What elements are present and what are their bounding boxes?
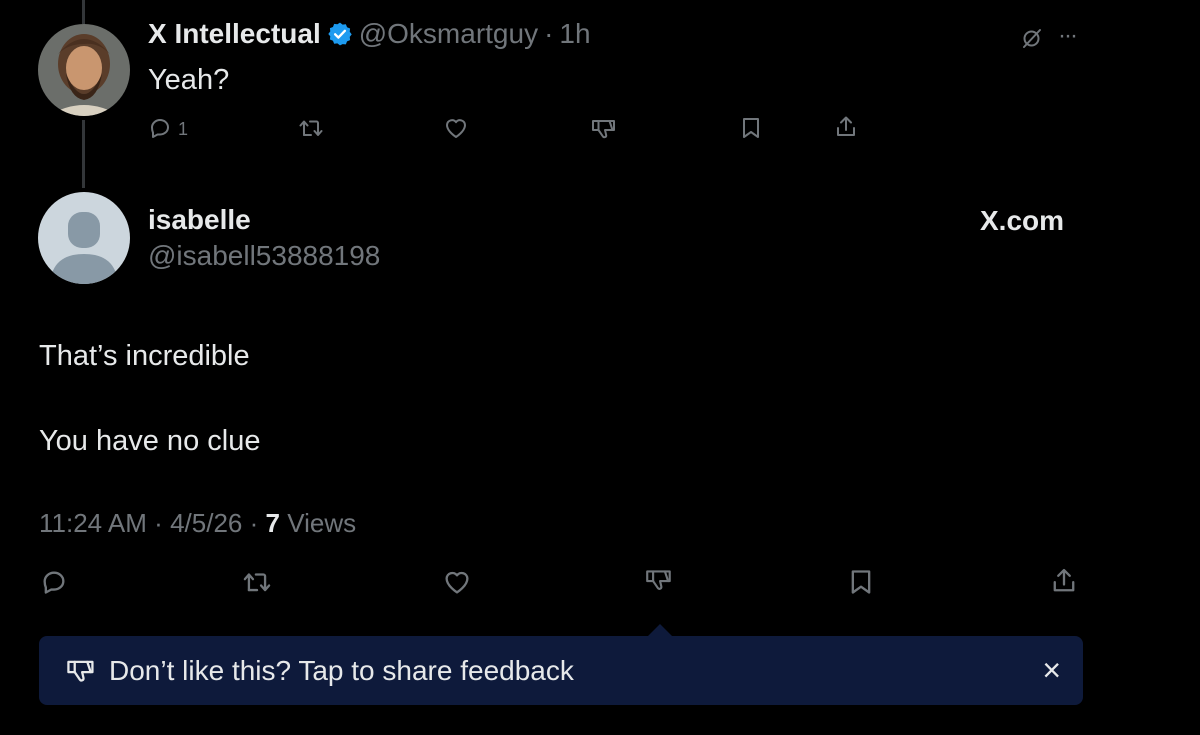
feedback-text[interactable]: Don’t like this? Tap to share feedback [109, 655, 574, 687]
parent-retweet-button[interactable] [298, 116, 324, 140]
bookmark-icon [740, 116, 762, 140]
share-button[interactable] [1050, 566, 1078, 596]
retweet-icon [242, 568, 272, 596]
meta-separator: · [154, 508, 163, 538]
avatar-default[interactable] [38, 192, 130, 284]
parent-time[interactable]: 1h [559, 18, 590, 50]
bookmark-icon [848, 568, 874, 596]
dislike-icon [644, 566, 674, 594]
feedback-banner[interactable]: Don’t like this? Tap to share feedback × [39, 636, 1083, 705]
tweet-date[interactable]: 4/5/26 [170, 508, 242, 538]
parent-bookmark-button[interactable] [740, 116, 762, 140]
main-tweet-line-1: That’s incredible [39, 340, 250, 372]
parent-dislike-button[interactable] [590, 116, 618, 142]
tweet-meta: 11:24 AM · 4/5/26 · 7 Views [39, 508, 356, 539]
share-icon [834, 114, 858, 140]
like-icon [442, 568, 472, 596]
banner-caret [648, 624, 672, 636]
like-button[interactable] [442, 568, 472, 596]
main-handle[interactable]: @isabell53888198 [148, 240, 380, 272]
views-count: 7 [265, 508, 280, 538]
parent-share-button[interactable] [834, 114, 858, 140]
retweet-button[interactable] [242, 568, 272, 596]
more-icon[interactable]: ··· [1058, 22, 1078, 50]
like-icon [443, 116, 469, 140]
views-label: Views [287, 508, 357, 538]
thread-line-top [82, 0, 85, 24]
parent-reply-button[interactable]: 1 [148, 116, 188, 140]
dislike-icon [65, 656, 97, 686]
tweet-time[interactable]: 11:24 AM [39, 508, 147, 538]
thread-line-bottom [82, 120, 85, 188]
dislike-button[interactable] [644, 566, 674, 594]
close-icon[interactable]: × [1042, 652, 1061, 689]
verified-badge-icon [327, 21, 353, 47]
reply-button[interactable] [40, 568, 68, 596]
meta-separator: · [249, 508, 259, 538]
parent-separator: · [544, 18, 554, 49]
parent-tweet-text: Yeah? [148, 64, 230, 96]
reply-icon [148, 116, 172, 140]
bookmark-button[interactable] [848, 568, 874, 596]
parent-handle[interactable]: @Oksmartguy [359, 18, 538, 50]
parent-display-name[interactable]: X Intellectual [148, 18, 321, 50]
parent-reply-count: 1 [178, 118, 189, 139]
parent-like-button[interactable] [443, 116, 469, 140]
source-badge: X.com [980, 205, 1065, 236]
avatar-parent[interactable] [38, 24, 130, 116]
main-tweet-line-2: You have no clue [39, 425, 261, 457]
grok-icon[interactable] [1020, 26, 1044, 55]
share-icon [1050, 566, 1078, 596]
retweet-icon [298, 116, 324, 140]
dislike-icon [590, 116, 618, 142]
reply-icon [40, 568, 68, 596]
main-display-name[interactable]: isabelle [148, 204, 251, 236]
